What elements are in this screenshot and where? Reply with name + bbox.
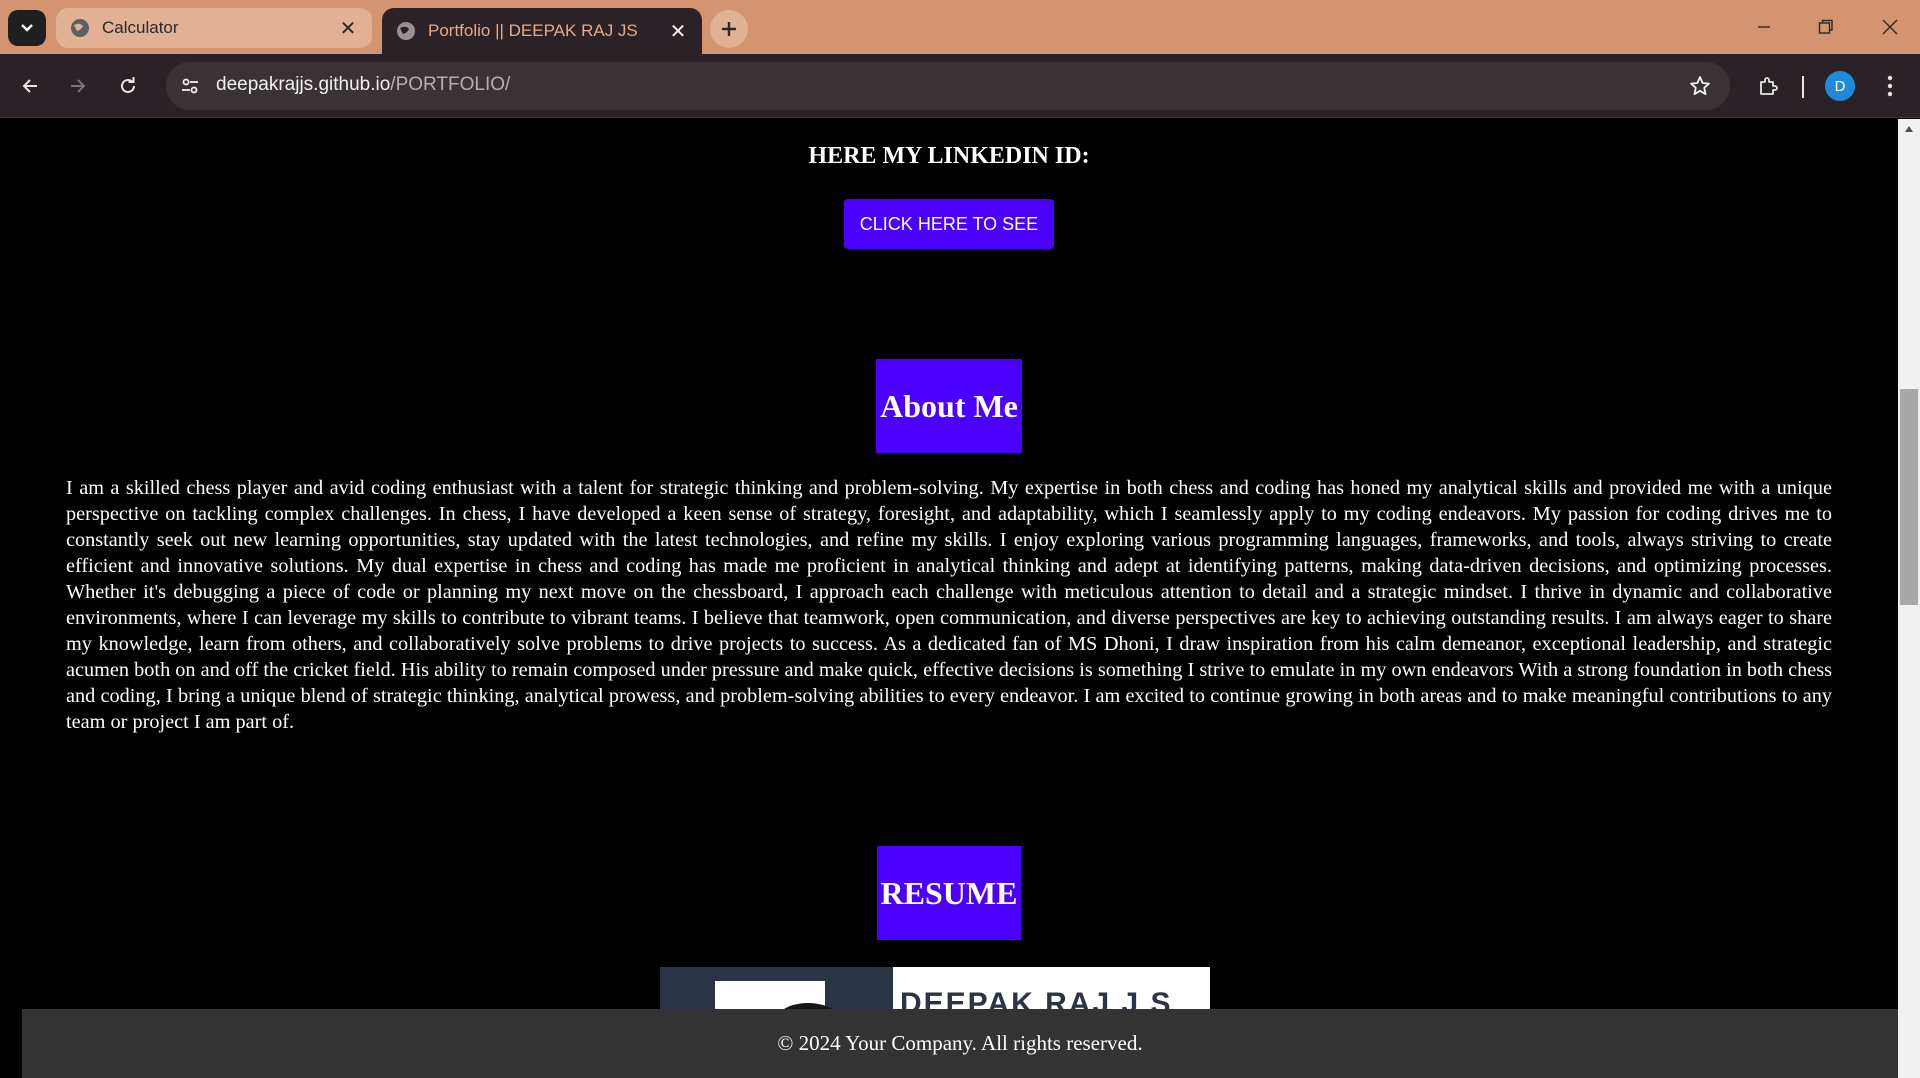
reload-icon [121,77,135,93]
tab-title: Calculator [102,18,179,37]
menu-button[interactable] [1874,70,1906,102]
avatar: D [1825,71,1855,101]
browser-toolbar: deepakrajjs.github.io/PORTFOLIO/ D [0,54,1920,118]
globe-icon [71,19,89,37]
page-footer: © 2024 Your Company. All rights reserved… [22,1009,1898,1078]
url-text: deepakrajjs.github.io/PORTFOLIO/ [216,74,510,96]
minimize-button[interactable] [1744,12,1784,42]
chevron-down-icon [21,24,33,32]
back-button[interactable] [12,68,48,104]
new-tab-button[interactable] [710,10,748,48]
tab-title: Portfolio || DEEPAK RAJ JS [428,21,638,40]
page-viewport: HERE MY LINKEDIN ID: CLICK HERE TO SEE A… [0,119,1898,1078]
resume-title: RESUME [877,846,1021,940]
tab-calculator[interactable]: Calculator ✕ [56,8,372,48]
address-bar[interactable]: deepakrajjs.github.io/PORTFOLIO/ [166,62,1730,110]
linkedin-heading: HERE MY LINKEDIN ID: [808,143,1090,169]
extensions-button[interactable] [1752,70,1784,102]
restore-button[interactable] [1806,12,1846,42]
url-domain: deepakrajjs.github.io [216,74,391,95]
reload-button[interactable] [110,68,146,104]
bookmark-button[interactable] [1686,72,1714,100]
tab-portfolio[interactable]: Portfolio || DEEPAK RAJ JS ✕ [382,8,702,54]
plus-icon [722,22,736,36]
forward-button[interactable] [60,68,96,104]
site-info-button[interactable] [176,72,204,100]
scroll-thumb[interactable] [1900,389,1918,605]
about-title: About Me [876,359,1022,453]
url-path: /PORTFOLIO/ [390,74,511,95]
close-tab-icon[interactable]: ✕ [668,21,688,43]
tab-search-button[interactable] [8,10,46,46]
restore-icon [1818,19,1833,34]
page-scrollbar[interactable] [1898,119,1920,1078]
triangle-up-icon [1905,126,1913,132]
close-icon [1882,19,1898,35]
tab-strip: Calculator ✕ Portfolio || DEEPAK RAJ JS … [0,0,1920,54]
close-window-button[interactable] [1870,12,1910,42]
arrow-right-icon [71,79,86,93]
scroll-up-arrow[interactable] [1903,123,1915,135]
toolbar-divider [1802,76,1804,98]
tune-icon [182,78,198,94]
about-text: I am a skilled chess player and avid cod… [66,477,1832,733]
puzzle-icon [1760,77,1778,95]
minimize-icon [1758,26,1770,28]
star-icon [1690,76,1710,96]
arrow-left-icon [22,79,37,93]
more-vert-icon [1887,75,1893,97]
linkedin-button[interactable]: CLICK HERE TO SEE [844,199,1054,249]
close-tab-icon[interactable]: ✕ [338,18,358,40]
footer-text: © 2024 Your Company. All rights reserved… [777,1031,1143,1055]
globe-icon [397,22,415,40]
profile-button[interactable]: D [1824,70,1856,102]
